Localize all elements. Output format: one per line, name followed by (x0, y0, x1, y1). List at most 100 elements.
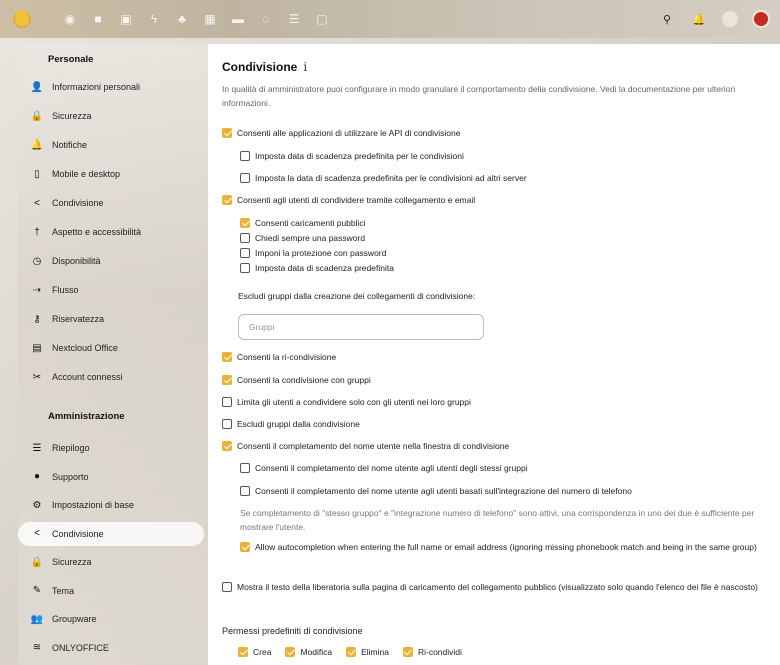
exclude-groups-checkbox[interactable] (222, 419, 232, 429)
sidebar-item-label: Riepilogo (52, 443, 90, 453)
notifications-icon[interactable]: 🔔 (690, 10, 708, 28)
sidebar-item-admin-onlyoffice[interactable]: ≋ ONLYOFFICE (18, 636, 204, 660)
disclaimer-option[interactable]: Mostra il testo della liberatoria sulla … (222, 581, 770, 594)
remote-expire-checkbox[interactable] (240, 173, 250, 183)
perm-delete-option[interactable]: Elimina (346, 646, 389, 659)
sidebar-item-label: Notifiche (52, 140, 88, 150)
sidebar-item-label: Disponibilità (52, 256, 101, 266)
full-match-option[interactable]: Allow autocompletion when entering the f… (240, 541, 770, 554)
perm-delete-checkbox[interactable] (346, 647, 357, 657)
autocomplete-checkbox[interactable] (222, 441, 232, 451)
default-expire-option[interactable]: Imposta data di scadenza predefinita per… (240, 150, 464, 163)
default-expire-checkbox[interactable] (240, 151, 250, 161)
key-icon: ⚷ (33, 313, 41, 325)
autocomplete-phone-label: Consenti il completamento del nome utent… (255, 486, 632, 496)
perm-reshare-checkbox[interactable] (402, 647, 413, 657)
activity-icon[interactable]: ϟ (146, 11, 162, 27)
autocomplete-groups-checkbox[interactable] (240, 463, 250, 473)
perm-edit-option[interactable]: Modifica (285, 646, 332, 659)
sidebar-item-admin-sicurezza[interactable]: 🔒 Sicurezza (18, 550, 204, 574)
gear-icon: ⚙ (32, 499, 42, 511)
sidebar-item-admin-riepilogo[interactable]: ☰ Riepilogo (18, 436, 204, 460)
admin-heading: Amministrazione (48, 411, 125, 422)
link-expire-checkbox[interactable] (240, 263, 250, 273)
autocomplete-phone-checkbox[interactable] (240, 486, 250, 496)
autocomplete-phone-option[interactable]: Consenti il completamento del nome utent… (240, 485, 632, 498)
api-option[interactable]: Consenti alle applicazioni di utilizzare… (222, 127, 461, 140)
sidebar-item-admin-condivisione[interactable]: < Condivisione (18, 521, 204, 546)
top-bar: ◉ ■ ▣ ϟ ♣ ▦ ▬ ◌ ☰ ▢ ⚲ 🔔 (0, 0, 780, 38)
sidebar-item-label: Aspetto e accessibilità (52, 227, 142, 237)
sidebar-item-personal-sicurezza[interactable]: 🔒 Sicurezza (18, 104, 204, 128)
bulb-icon (16, 11, 28, 25)
group-share-checkbox[interactable] (222, 375, 232, 385)
notes-icon[interactable]: ▢ (314, 11, 330, 27)
perm-create-option[interactable]: Crea (238, 646, 271, 659)
contacts-icon[interactable]: ♣ (174, 11, 190, 27)
sidebar-item-personal-condivisione[interactable]: < Condivisione (18, 191, 204, 215)
user-avatar[interactable] (752, 10, 770, 28)
sidebar-item-personal-mobile-e-desktop[interactable]: ▯ Mobile e desktop (18, 162, 204, 186)
tasks-icon[interactable]: ☰ (286, 11, 302, 27)
public-upload-option[interactable]: Consenti caricamenti pubblici (240, 217, 366, 230)
autocomplete-option[interactable]: Consenti il completamento del nome utent… (222, 440, 509, 453)
search-icon[interactable]: ⚲ (658, 10, 676, 28)
sidebar-item-personal-notifiche[interactable]: 🔔 Notifiche (18, 133, 204, 157)
full-match-checkbox[interactable] (240, 542, 250, 552)
sidebar-item-personal-riservatezza[interactable]: ⚷ Riservatezza (18, 307, 204, 331)
contacts-menu-icon[interactable] (722, 11, 738, 27)
sidebar-item-label: Condivisione (52, 198, 104, 208)
ask-password-checkbox[interactable] (240, 233, 250, 243)
sidebar-item-admin-impostazioni-di-base[interactable]: ⚙ Impostazioni di base (18, 493, 204, 517)
link-expire-option[interactable]: Imposta data di scadenza predefinita (240, 262, 394, 275)
links-option[interactable]: Consenti agli utenti di condividere tram… (222, 194, 475, 207)
enforce-password-checkbox[interactable] (240, 248, 250, 258)
mail-icon[interactable]: ▬ (230, 11, 246, 27)
onlyoffice-icon: ≋ (32, 642, 42, 653)
sidebar-item-admin-tema[interactable]: ✎ Tema (18, 579, 204, 603)
sidebar-item-admin-groupware[interactable]: 👥 Groupware (18, 607, 204, 631)
public-upload-checkbox[interactable] (240, 218, 250, 228)
autocomplete-note: Se completamento di "stesso gruppo" e "i… (240, 508, 755, 532)
api-checkbox[interactable] (222, 128, 232, 138)
full-match-label: Allow autocompletion when entering the f… (255, 542, 757, 552)
perm-reshare-label: Ri-condividi (417, 647, 462, 657)
info-icon[interactable]: i (303, 60, 307, 74)
perm-create-checkbox[interactable] (238, 647, 248, 657)
permissions-heading: Permessi predefiniti di condivisione (222, 626, 363, 636)
photos-icon[interactable]: ▣ (118, 11, 134, 27)
restrict-groups-checkbox[interactable] (222, 397, 232, 407)
enforce-password-option[interactable]: Imponi la protezione con password (240, 247, 386, 260)
reshare-checkbox[interactable] (222, 352, 232, 362)
sidebar-item-personal-flusso[interactable]: ⇢ Flusso (18, 278, 204, 302)
folder-icon[interactable]: ■ (90, 11, 106, 27)
perm-reshare-option[interactable]: Ri-condividi (402, 646, 462, 659)
nextcloud-logo[interactable] (8, 4, 36, 32)
api-label: Consenti alle applicazioni di utilizzare… (237, 128, 461, 138)
dashboard-icon[interactable]: ◉ (62, 11, 78, 27)
sidebar-item-admin-supporto[interactable]: ● Supporto (18, 465, 204, 489)
sidebar-item-personal-disponibilit-[interactable]: ◷ Disponibilità (18, 249, 204, 273)
sidebar-item-label: Riservatezza (52, 314, 105, 324)
disclaimer-checkbox[interactable] (222, 582, 232, 592)
restrict-groups-option[interactable]: Limita gli utenti a condividere solo con… (222, 396, 471, 409)
clock-icon: ◷ (32, 255, 42, 267)
calendar-icon[interactable]: ▦ (202, 11, 218, 27)
perm-edit-checkbox[interactable] (285, 647, 296, 657)
exclude-groups-option[interactable]: Escludi gruppi dalla condivisione (222, 418, 360, 431)
sidebar-item-personal-account-connessi[interactable]: ✂ Account connessi (18, 365, 204, 389)
sidebar-item-personal-nextcloud-office[interactable]: ▤ Nextcloud Office (18, 336, 204, 360)
talk-icon[interactable]: ◌ (258, 11, 274, 27)
autocomplete-groups-option[interactable]: Consenti il completamento del nome utent… (240, 462, 528, 475)
share-icon: < (34, 528, 40, 539)
reshare-option[interactable]: Consenti la ri-condivisione (222, 351, 336, 364)
remote-expire-option[interactable]: Imposta la data di scadenza predefinita … (240, 172, 527, 185)
section-description: In qualità di amministratore puoi config… (222, 84, 736, 108)
sidebar-item-personal-aspetto-e-accessibilit-[interactable]: † Aspetto e accessibilità (18, 220, 204, 244)
ask-password-option[interactable]: Chiedi sempre una password (240, 232, 365, 245)
sidebar-item-personal-informazioni-personali[interactable]: 👤 Informazioni personali (18, 75, 204, 99)
group-share-option[interactable]: Consenti la condivisione con gruppi (222, 374, 371, 387)
groups-input[interactable]: Gruppi (238, 314, 484, 340)
permissions-row: Crea Modifica Elimina Ri-condividi (238, 646, 462, 659)
links-checkbox[interactable] (222, 195, 232, 205)
